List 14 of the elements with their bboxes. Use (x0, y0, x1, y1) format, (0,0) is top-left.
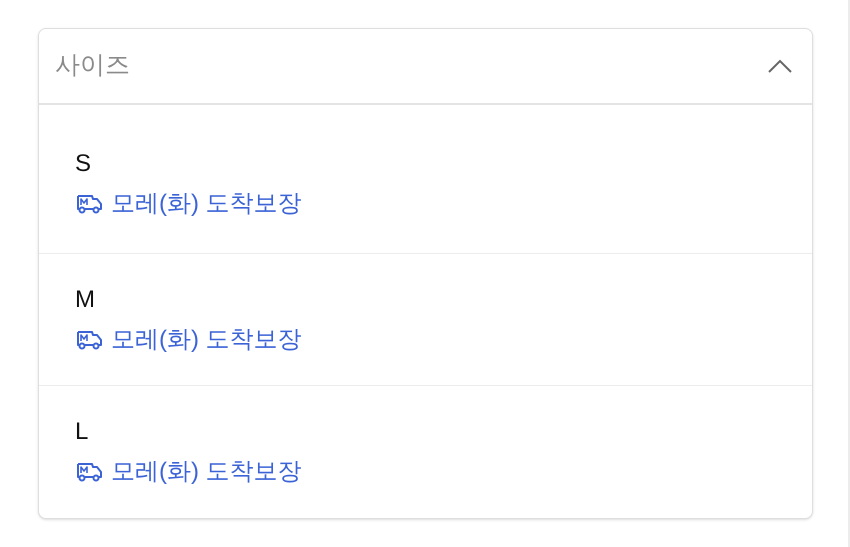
dropdown-label: 사이즈 (55, 50, 130, 82)
size-name: L (75, 417, 90, 447)
size-option[interactable]: L 모레(화) 도착보장 (39, 386, 812, 518)
delivery-truck-icon (75, 193, 103, 215)
size-name: S (75, 149, 92, 179)
size-option[interactable]: M 모레(화) 도착보장 (39, 254, 812, 386)
size-option[interactable]: S 모레(화) 도착보장 (39, 105, 812, 254)
delivery-guarantee-text: 모레(화) 도착보장 (111, 457, 302, 487)
delivery-truck-icon (75, 328, 103, 350)
size-name: M (75, 284, 96, 314)
delivery-truck-icon (75, 461, 103, 483)
delivery-guarantee-text: 모레(화) 도착보장 (111, 324, 302, 354)
delivery-guarantee-text: 모레(화) 도착보장 (111, 189, 302, 219)
chevron-up-icon (768, 59, 792, 73)
